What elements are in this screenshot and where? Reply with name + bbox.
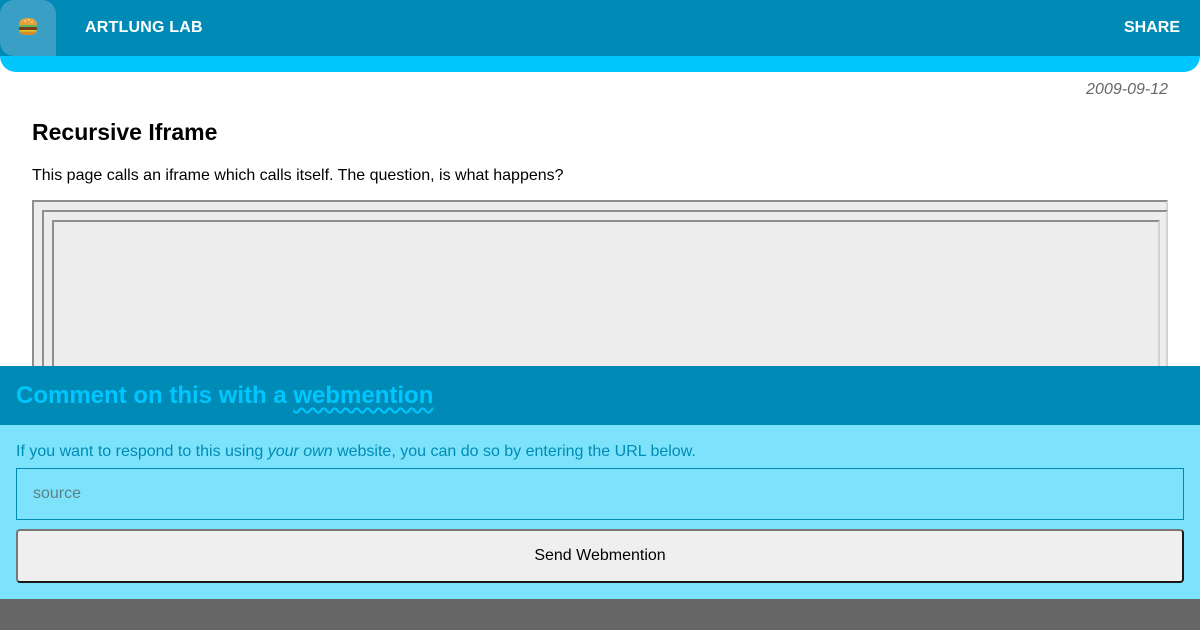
hamburger-icon: [17, 16, 39, 41]
webmention-link[interactable]: webmention: [293, 382, 433, 409]
menu-button[interactable]: [0, 0, 56, 56]
recursive-iframe[interactable]: [32, 200, 1168, 400]
webmention-title: Comment on this with a webmention: [16, 382, 433, 410]
webmention-description: If you want to respond to this using you…: [16, 443, 696, 461]
webmention-section: Comment on this with a webmention If you…: [0, 366, 1200, 599]
post-body: This page calls an iframe which calls it…: [32, 167, 564, 184]
site-title-link[interactable]: ARTLUNG LAB: [85, 19, 203, 37]
webmention-header: Comment on this with a webmention: [0, 366, 1200, 425]
webmention-desc-after: website, you can do so by entering the U…: [332, 443, 696, 460]
webmention-desc-emphasis: your own: [267, 443, 333, 460]
post-title: Recursive Iframe: [32, 119, 218, 145]
nested-iframe-level-2: [42, 210, 1168, 400]
source-url-input[interactable]: [16, 468, 1184, 520]
share-button[interactable]: SHARE: [1124, 19, 1180, 37]
webmention-title-prefix: Comment on this with a: [16, 382, 294, 409]
post-date: 2009-09-12: [1086, 81, 1168, 98]
send-webmention-button[interactable]: Send Webmention: [16, 529, 1184, 583]
site-header: ARTLUNG LAB SHARE: [0, 0, 1200, 72]
header-bar: ARTLUNG LAB SHARE: [0, 0, 1200, 56]
webmention-desc-before: If you want to respond to this using: [16, 443, 268, 460]
site-footer: [0, 599, 1200, 630]
